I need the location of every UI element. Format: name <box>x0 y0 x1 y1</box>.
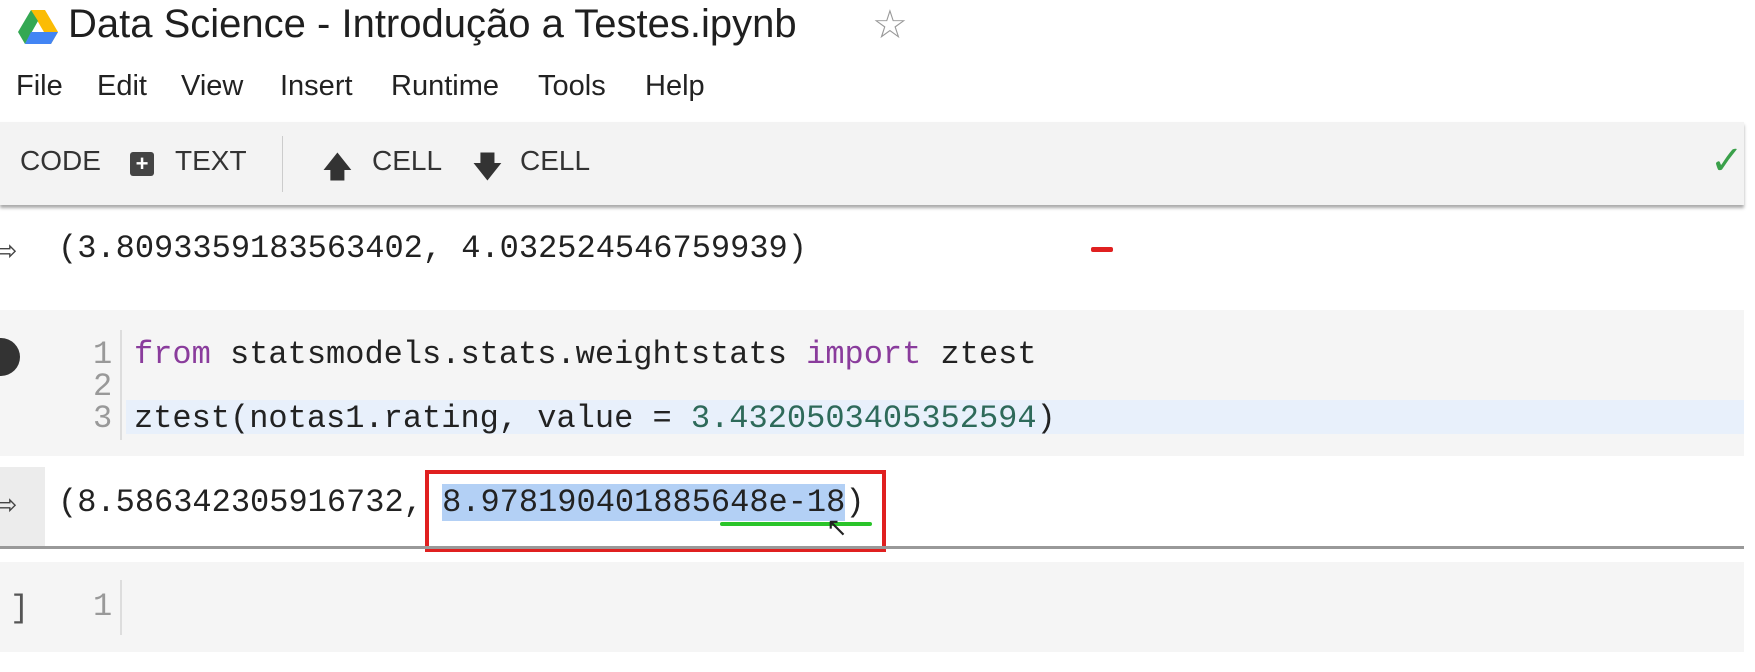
module-name: statsmodels.stats.weightstats <box>210 336 807 373</box>
keyword-import: import <box>806 336 922 373</box>
function-call: ztest(notas1.rating, value = <box>134 400 691 437</box>
output-icon: ⇨ <box>0 489 18 520</box>
output-1: (3.8093359183563402, 4.032524546759939) <box>58 230 807 267</box>
keyword-from: from <box>134 336 211 373</box>
menu-runtime[interactable]: Runtime <box>391 70 499 103</box>
mouse-cursor-icon: ↖ <box>826 512 848 542</box>
google-drive-icon <box>18 10 58 44</box>
annotation-red-box <box>425 470 886 552</box>
menu-edit[interactable]: Edit <box>97 70 147 103</box>
move-cell-up-button[interactable]: CELL <box>372 145 442 177</box>
toolbar <box>0 122 1744 205</box>
close-paren: ) <box>1036 400 1056 437</box>
move-cell-down-button[interactable]: CELL <box>520 145 590 177</box>
menu-view[interactable]: View <box>181 70 243 103</box>
arrow-up-icon: 🡅 <box>322 151 353 184</box>
gutter-divider <box>120 580 122 635</box>
z-statistic: (8.586342305916732, <box>58 484 443 521</box>
code-line-1[interactable]: from statsmodels.stats.weightstats impor… <box>134 336 1037 373</box>
line-number: 3 <box>93 400 113 437</box>
gutter-divider <box>120 330 122 440</box>
import-name: ztest <box>921 336 1037 373</box>
cell-divider <box>0 546 1744 549</box>
add-text-button[interactable]: TEXT <box>175 145 247 177</box>
menu-help[interactable]: Help <box>645 70 705 103</box>
output-icon: ⇨ <box>0 235 18 266</box>
arrow-down-icon: 🡇 <box>472 151 503 184</box>
code-line-3[interactable]: ztest(notas1.rating, value = 3.432050340… <box>134 400 1056 437</box>
menu-insert[interactable]: Insert <box>280 70 353 103</box>
menu-tools[interactable]: Tools <box>538 70 606 103</box>
menu-file[interactable]: File <box>16 70 63 103</box>
add-code-button[interactable]: CODE <box>20 145 101 177</box>
number-literal: 3.4320503405352594 <box>690 400 1037 437</box>
notebook-title[interactable]: Data Science - Introdução a Testes.ipynb <box>68 2 797 47</box>
add-text-icon: + <box>130 152 154 176</box>
empty-code-cell[interactable] <box>0 562 1744 652</box>
line-number: 1 <box>93 588 113 625</box>
toolbar-divider <box>282 136 283 192</box>
checkmark-icon: ✓ <box>1710 139 1744 183</box>
star-icon[interactable]: ☆ <box>872 2 908 48</box>
execution-count-bracket: ] <box>10 590 30 627</box>
annotation-red-dash <box>1091 247 1113 252</box>
annotation-green-underline <box>720 522 872 526</box>
